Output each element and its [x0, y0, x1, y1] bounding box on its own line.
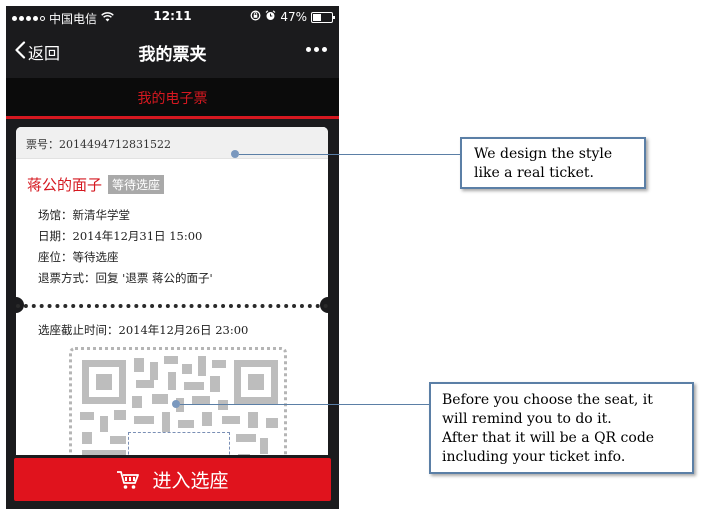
tab-my-e-tickets[interactable]: 我的电子票 [6, 88, 339, 108]
ticket-title-row: 蒋公的面子 等待选座 [27, 174, 165, 195]
back-button[interactable]: 返回 [14, 40, 60, 64]
ticket-number-value: 2014494712831522 [59, 138, 171, 151]
seat-deadline: 选座截止时间：2014年12月26日 23:00 [38, 322, 248, 338]
info-label: 日期： [38, 229, 73, 243]
tab-strip: 我的电子票 [6, 78, 339, 119]
select-seat-button[interactable]: 进入选座 [14, 458, 331, 501]
deadline-label: 选座截止时间： [38, 323, 119, 337]
callout-anchor-dot [231, 150, 239, 158]
info-label: 座位： [38, 250, 73, 264]
phone-screen: 中国电信 12:11 47% 返回 我的票夹 我的电子票 票号：20144947… [6, 6, 339, 509]
info-row-venue: 场馆：新清华学堂 [38, 205, 213, 226]
annotation-line: Before you choose the seat, it [442, 392, 653, 408]
ticket-info: 场馆：新清华学堂 日期：2014年12月31日 15:00 座位：等待选座 退票… [38, 205, 213, 289]
annotation-line: like a real ticket. [474, 165, 595, 181]
info-value: 2014年12月31日 15:00 [72, 229, 203, 243]
alarm-icon [265, 10, 276, 24]
annotation-callout-qr-code: Before you choose the seat, it will remi… [429, 382, 694, 474]
annotation-line: After that it will be a QR code [442, 430, 655, 446]
select-seat-label: 进入选座 [152, 470, 229, 492]
action-bar: 进入选座 [6, 455, 339, 509]
status-right: 47% [250, 10, 335, 24]
lock-rotation-icon [250, 10, 261, 24]
chevron-left-icon [14, 41, 26, 63]
annotation-line: will remind you to do it. [442, 411, 612, 427]
ticket-card: 票号：2014494712831522 蒋公的面子 等待选座 场馆：新清华学堂 … [16, 127, 328, 467]
info-label: 场馆： [38, 208, 73, 222]
callout-connector [180, 404, 429, 405]
cart-icon [116, 470, 140, 490]
deadline-value: 2014年12月26日 23:00 [118, 323, 249, 337]
annotation-line: We design the style [474, 146, 613, 162]
status-badge: 等待选座 [108, 175, 165, 194]
ticket-title: 蒋公的面子 [27, 176, 103, 194]
annotation-line: including your ticket info. [442, 449, 626, 465]
ticket-number: 票号：2014494712831522 [26, 136, 171, 152]
info-row-date: 日期：2014年12月31日 15:00 [38, 226, 213, 247]
info-row-refund: 退票方式：回复 '退票 蒋公的面子' [38, 268, 213, 289]
info-value: 新清华学堂 [72, 208, 131, 222]
info-value: 回复 '退票 蒋公的面子' [95, 271, 213, 285]
nav-bar: 返回 我的票夹 [6, 28, 339, 76]
back-label: 返回 [28, 44, 61, 63]
info-label: 退票方式： [38, 271, 96, 285]
callout-connector [239, 154, 460, 155]
battery-percent: 47% [280, 10, 307, 24]
info-row-seat: 座位：等待选座 [38, 247, 213, 268]
perforation-divider [16, 304, 328, 312]
info-value: 等待选座 [72, 250, 119, 264]
callout-anchor-dot [172, 400, 180, 408]
more-icon[interactable] [306, 43, 327, 56]
status-bar: 中国电信 12:11 47% [6, 6, 339, 28]
ticket-number-label: 票号： [26, 138, 59, 151]
annotation-callout-ticket-style: We design the style like a real ticket. [460, 137, 646, 189]
battery-icon [311, 11, 335, 23]
